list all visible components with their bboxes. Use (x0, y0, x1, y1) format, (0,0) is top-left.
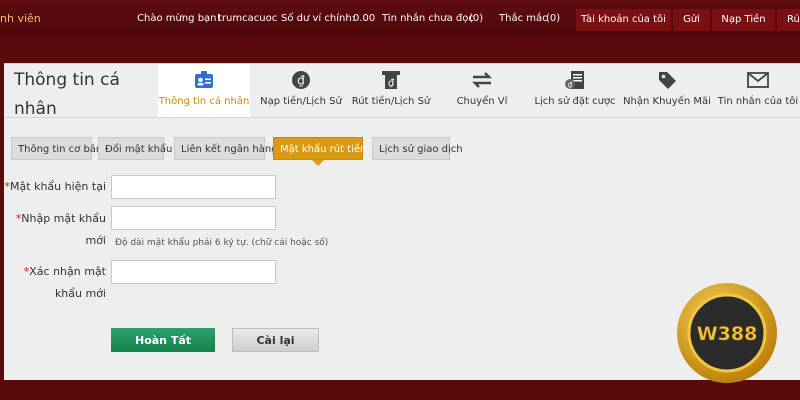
faq-link[interactable]: Thắc mắc (499, 13, 548, 24)
tab-label: Chuyển Ví (456, 96, 508, 107)
submit-button[interactable]: Hoàn Tất (111, 328, 215, 352)
faq-count: (0) (546, 13, 561, 24)
transfer-arrows-icon (470, 69, 494, 94)
atm-withdraw-icon: ₫ (380, 69, 402, 94)
tab-wallet-transfer[interactable]: Chuyển Ví (434, 64, 530, 117)
current-password-label: *Mật khẩu hiện tại (4, 176, 106, 198)
page-title: Thông tin cá nhân (14, 70, 120, 119)
withdraw-button[interactable]: Rú (777, 9, 800, 31)
tab-label: Nhận Khuyến Mãi (623, 96, 711, 107)
tab-label: Rút tiền/Lịch Sử (351, 96, 431, 107)
current-password-input[interactable] (111, 175, 276, 199)
username: trumcacuoc (218, 13, 278, 24)
welcome-text: Chào mừng bạn! (137, 13, 221, 24)
brand-text: nh viên (0, 12, 41, 25)
svg-text:₫: ₫ (297, 74, 305, 88)
unread-count: (0) (469, 13, 484, 24)
deposit-button[interactable]: Nạp Tiền (712, 9, 776, 31)
current-password-label-text: Mật khẩu hiện tại (10, 180, 106, 193)
profile-card-icon (193, 69, 215, 94)
tab-promotions[interactable]: Nhận Khuyến Mãi (620, 64, 714, 117)
new-password-hint: Độ dài mật khẩu phải 6 ký tự. (chữ cái h… (115, 238, 329, 248)
confirm-password-input[interactable] (111, 260, 276, 284)
new-password-label-line1: Nhập mật khẩu (21, 212, 106, 225)
send-button[interactable]: Gửi (673, 9, 711, 31)
w388-logo: W388 (676, 282, 778, 384)
tab-label: Tin nhắn của tôi (717, 96, 799, 107)
new-password-label: *Nhập mật khẩu mới (4, 208, 106, 252)
subtab-change-password[interactable]: Đổi mật khẩu (98, 137, 172, 160)
tab-my-messages[interactable]: Tin nhắn của tôi (716, 64, 800, 117)
top-bar: nh viên Chào mừng bạn! trumcacuoc Số dư … (0, 0, 800, 38)
tab-withdraw-history[interactable]: ₫ Rút tiền/Lịch Sử (350, 64, 432, 117)
balance-label: Số dư ví chính: (281, 13, 356, 24)
new-password-input[interactable] (111, 206, 276, 230)
svg-text:₫: ₫ (388, 78, 395, 89)
balance-value: 0.00 (353, 13, 376, 24)
bet-history-icon: ₫ (564, 69, 586, 94)
tab-label: Nạp tiền/Lịch Sử (260, 96, 342, 107)
confirm-password-label-line1: Xác nhận mật (29, 265, 106, 278)
envelope-icon (746, 69, 770, 94)
tab-label: Lịch sử đặt cược (534, 96, 616, 107)
reset-button[interactable]: Cài lại (232, 328, 319, 352)
subtab-bank-link[interactable]: Liên kết ngân hàng (174, 137, 278, 160)
new-password-label-line2: mới (85, 234, 106, 247)
tabs-divider (4, 117, 800, 118)
tab-personal-info[interactable]: Thông tin cá nhân (158, 64, 250, 117)
subtab-transaction-history[interactable]: Lịch sử giao dịch (372, 137, 463, 160)
my-account-button[interactable]: Tài khoản của tôi (576, 9, 672, 31)
tab-deposit-history[interactable]: ₫ Nạp tiền/Lịch Sử (254, 64, 348, 117)
tab-bet-history[interactable]: ₫ Lịch sử đặt cược (532, 64, 618, 117)
confirm-password-label: *Xác nhận mật khẩu mới (4, 261, 106, 305)
subtab-basic-info[interactable]: Thông tin cơ bản (11, 137, 102, 160)
coin-icon: ₫ (290, 69, 312, 94)
promotion-tag-icon (656, 69, 678, 94)
tab-label: Thông tin cá nhân (158, 96, 250, 107)
logo-text: W388 (697, 323, 758, 345)
confirm-password-label-line2: khẩu mới (54, 287, 106, 300)
subtab-withdraw-password[interactable]: Mật khẩu rút tiền (273, 137, 366, 166)
unread-messages-link[interactable]: Tin nhắn chưa đọc (382, 13, 474, 24)
svg-text:₫: ₫ (568, 81, 573, 89)
